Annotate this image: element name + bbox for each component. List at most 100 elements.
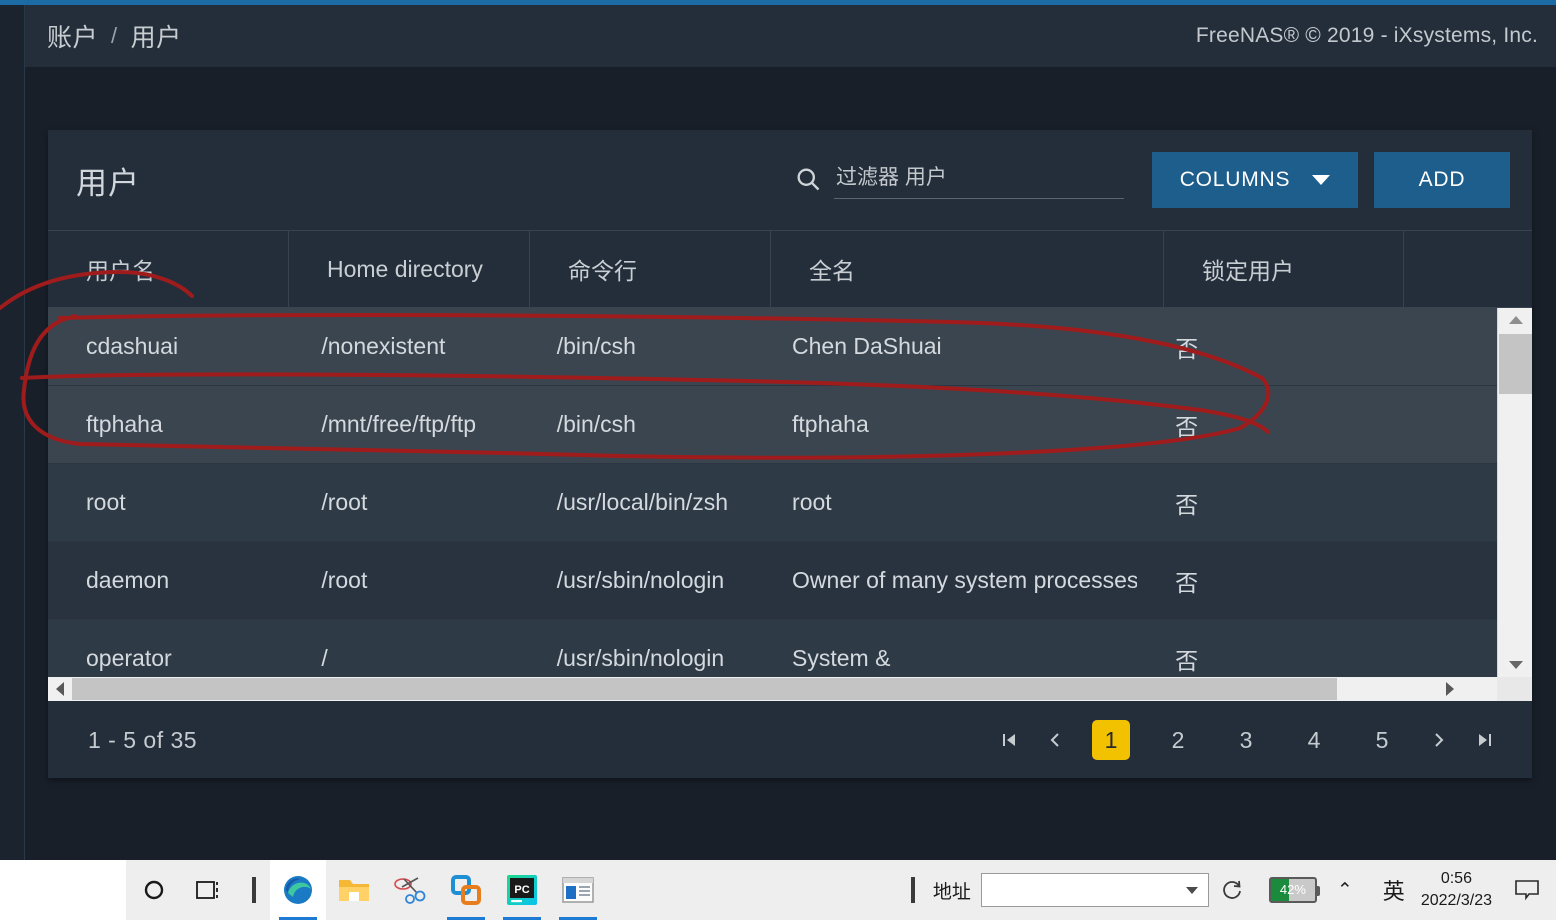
columns-button-label: COLUMNS	[1179, 168, 1291, 191]
cell-fullname: Owner of many system processes	[792, 567, 1138, 593]
breadcrumb-parent[interactable]: 账户	[47, 18, 98, 54]
cell-fullname: System &	[792, 645, 891, 671]
previous-page-button[interactable]	[1036, 720, 1074, 760]
scroll-down-arrow-icon[interactable]	[1498, 653, 1533, 677]
windows-taskbar: PC 地址 42% ⌃ 英 0:56 2022/3/23	[0, 860, 1556, 920]
windows-app-icon[interactable]	[550, 860, 606, 920]
svg-text:PC: PC	[514, 884, 529, 896]
file-explorer-icon[interactable]	[326, 860, 382, 920]
notification-center-icon[interactable]	[1514, 879, 1540, 901]
cell-actions	[1372, 386, 1497, 463]
card-toolbar: 用户 COLUMNS ADD	[48, 130, 1532, 230]
horizontal-scrollbar[interactable]	[48, 677, 1497, 701]
cell-actions	[1372, 464, 1497, 541]
page-button-3[interactable]: 3	[1226, 720, 1266, 760]
taskbar-divider	[252, 877, 256, 903]
cell-locked: 否	[1175, 647, 1199, 674]
cortana-search-icon[interactable]	[126, 860, 182, 920]
refresh-button[interactable]	[1209, 870, 1255, 910]
table-body: cdashuai /nonexistent /bin/csh Chen DaSh…	[48, 308, 1497, 677]
next-page-button[interactable]	[1420, 720, 1458, 760]
table-row[interactable]: root /root /usr/local/bin/zsh root 否	[48, 464, 1497, 542]
first-page-button[interactable]	[990, 720, 1028, 760]
vertical-scrollbar-thumb[interactable]	[1499, 334, 1532, 394]
page-button-1[interactable]: 1	[1092, 720, 1130, 760]
filter-search-group	[794, 161, 1124, 199]
clock-time: 0:56	[1440, 870, 1472, 888]
cell-home: /root	[321, 489, 368, 515]
breadcrumb-separator: /	[111, 23, 118, 48]
scroll-right-arrow-icon[interactable]	[1438, 677, 1462, 701]
taskbar-start-region[interactable]	[0, 860, 126, 920]
users-card: 用户 COLUMNS ADD	[48, 130, 1532, 778]
vmware-workstation-icon[interactable]	[438, 860, 494, 920]
toolbar-actions: COLUMNS ADD	[794, 152, 1510, 208]
cell-username: cdashuai	[86, 333, 179, 359]
cell-username: operator	[86, 645, 172, 671]
chevron-down-icon	[1312, 175, 1331, 185]
app-header: 账户 / 用户 FreeNAS® © 2019 - iXsystems, Inc…	[25, 5, 1556, 67]
add-button[interactable]: ADD	[1374, 152, 1510, 208]
column-header-actions	[1404, 231, 1532, 307]
page-button-4[interactable]: 4	[1294, 720, 1334, 760]
cell-fullname: Chen DaShuai	[792, 333, 942, 359]
cell-actions	[1372, 542, 1497, 619]
edge-browser-icon[interactable]	[270, 860, 326, 920]
vertical-scrollbar[interactable]	[1497, 308, 1532, 677]
breadcrumb-current[interactable]: 用户	[131, 18, 182, 54]
battery-indicator[interactable]: 42%	[1268, 877, 1320, 903]
ime-language-indicator[interactable]: 英	[1383, 874, 1405, 906]
scroll-up-arrow-icon[interactable]	[1498, 308, 1533, 332]
cell-shell: /bin/csh	[556, 411, 636, 437]
table-row[interactable]: cdashuai /nonexistent /bin/csh Chen DaSh…	[48, 308, 1497, 386]
breadcrumb: 账户 / 用户	[47, 18, 182, 54]
cell-home: /	[321, 645, 328, 671]
cell-username: ftphaha	[86, 411, 163, 437]
page-title: 用户	[76, 165, 140, 201]
table-body-region: cdashuai /nonexistent /bin/csh Chen DaSh…	[48, 308, 1532, 701]
column-header-home-directory[interactable]: Home directory	[289, 231, 530, 307]
show-hidden-icons-chevron-icon[interactable]: ⌃	[1337, 879, 1353, 902]
column-header-username[interactable]: 用户名	[48, 231, 289, 307]
cell-username: root	[86, 489, 126, 515]
page-button-2[interactable]: 2	[1158, 720, 1198, 760]
chevron-down-icon[interactable]	[1185, 886, 1198, 894]
search-input[interactable]	[834, 161, 1124, 199]
taskbar-clock[interactable]: 0:56 2022/3/23	[1421, 868, 1492, 911]
copyright-text: FreeNAS® © 2019 - iXsystems, Inc.	[1195, 24, 1538, 47]
cell-locked: 否	[1175, 491, 1199, 518]
horizontal-scrollbar-thumb[interactable]	[72, 678, 1337, 700]
battery-percent-label: 42%	[1279, 882, 1306, 897]
cell-locked: 否	[1175, 413, 1199, 440]
address-bar-input[interactable]	[980, 873, 1209, 907]
pagination-range-label: 1 - 5 of 35	[88, 726, 198, 753]
clock-date: 2022/3/23	[1420, 892, 1492, 909]
left-sidebar-rail	[0, 5, 25, 860]
last-page-button[interactable]	[1466, 720, 1504, 760]
cell-home: /root	[321, 567, 368, 593]
paginator: 1 - 5 of 35 1 2 3 4 5	[48, 701, 1532, 779]
cell-actions	[1372, 620, 1497, 677]
page-button-5[interactable]: 5	[1362, 720, 1402, 760]
cell-locked: 否	[1175, 569, 1199, 596]
snipping-tool-icon[interactable]	[382, 860, 438, 920]
chevron-left-icon	[1050, 733, 1059, 747]
columns-button[interactable]: COLUMNS	[1152, 152, 1358, 208]
cell-shell: /usr/sbin/nologin	[556, 645, 725, 671]
pycharm-icon[interactable]: PC	[494, 860, 550, 920]
task-view-icon[interactable]	[182, 860, 238, 920]
column-header-fullname[interactable]: 全名	[771, 231, 1164, 307]
table-row[interactable]: operator / /usr/sbin/nologin System & 否	[48, 620, 1497, 677]
cell-shell: /bin/csh	[556, 333, 636, 359]
scroll-left-arrow-icon[interactable]	[48, 677, 72, 701]
column-header-shell[interactable]: 命令行	[530, 231, 771, 307]
chevron-right-icon	[1435, 733, 1444, 747]
column-header-locked[interactable]: 锁定用户	[1164, 231, 1404, 307]
taskbar-divider-2	[910, 877, 915, 903]
cell-fullname: ftphaha	[792, 411, 869, 437]
cell-locked: 否	[1175, 335, 1199, 362]
table-row[interactable]: ftphaha /mnt/free/ftp/ftp /bin/csh ftpha…	[48, 386, 1497, 464]
cell-home: /mnt/free/ftp/ftp	[321, 411, 477, 437]
table-row[interactable]: daemon /root /usr/sbin/nologin Owner of …	[48, 542, 1497, 620]
page-body: 用户 COLUMNS ADD	[25, 67, 1556, 860]
